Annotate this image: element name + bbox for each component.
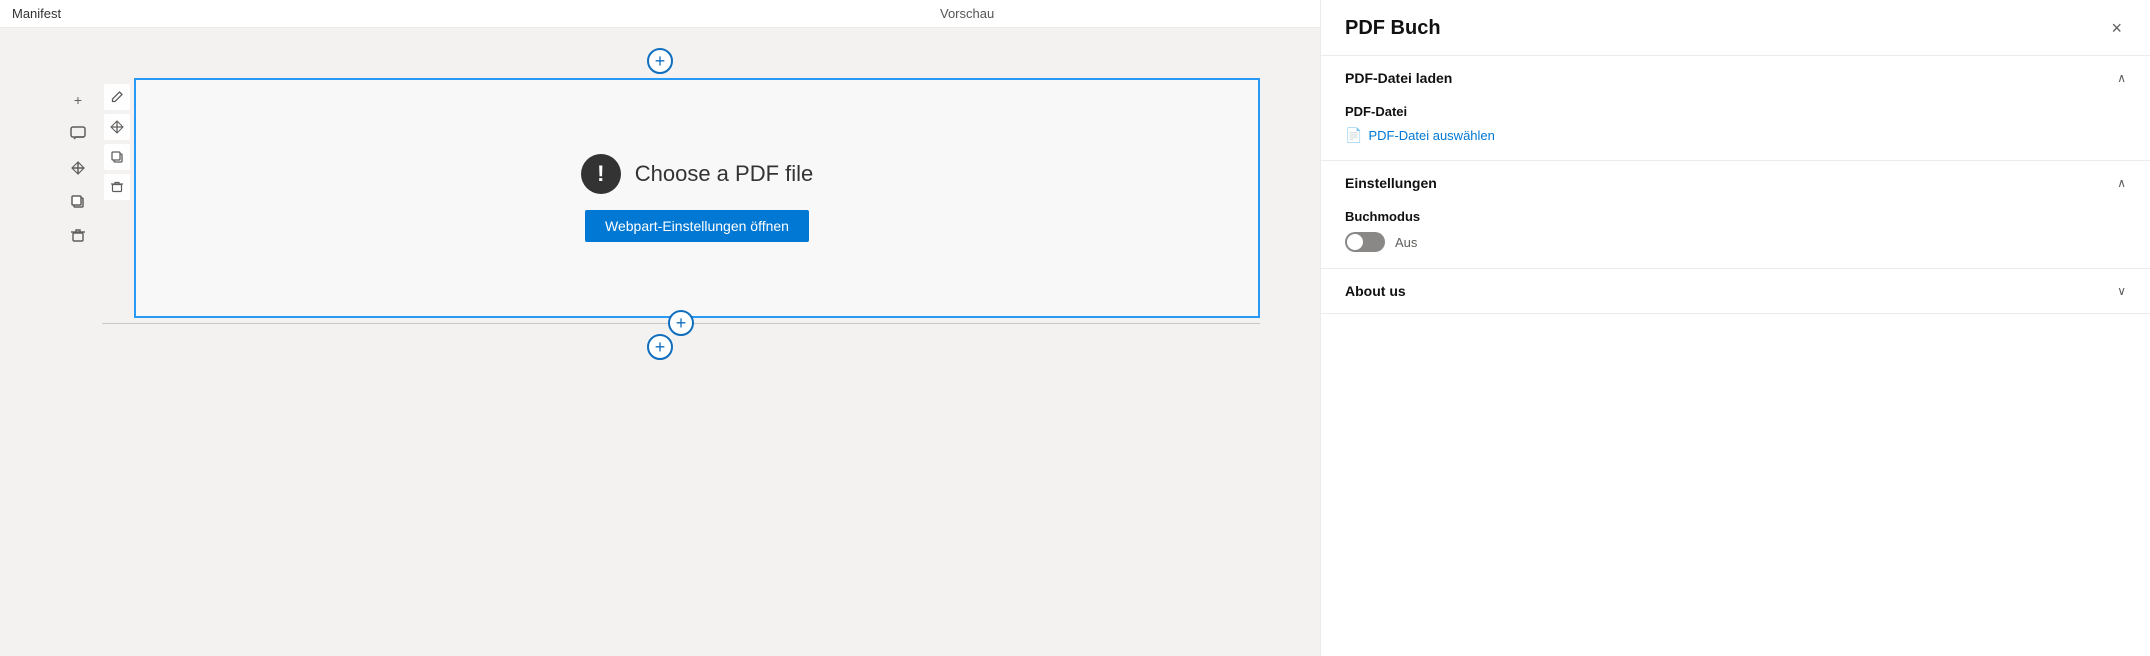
add-row-bottom-button[interactable]: + xyxy=(647,334,673,360)
panel-header: PDF Buch × xyxy=(1321,0,2150,56)
row-container: + xyxy=(60,78,1260,326)
pdf-alert-icon: ! xyxy=(581,154,621,194)
edit-webpart-icon[interactable] xyxy=(104,84,130,110)
pdf-select-link-text: PDF-Datei auswählen xyxy=(1368,128,1494,143)
load-pdf-section-header[interactable]: PDF-Datei laden ∧ xyxy=(1321,56,2150,100)
app-title: Manifest xyxy=(12,6,61,21)
panel-title: PDF Buch xyxy=(1345,17,1441,40)
add-row-top: + xyxy=(60,48,1260,74)
load-pdf-section-title: PDF-Datei laden xyxy=(1345,70,1452,86)
load-pdf-chevron-icon: ∧ xyxy=(2117,71,2126,85)
left-toolbar: + xyxy=(60,78,96,326)
about-chevron-icon: ∨ xyxy=(2117,284,2126,298)
about-section-title: About us xyxy=(1345,283,1406,299)
pdf-datei-label: PDF-Datei xyxy=(1345,104,2126,119)
webpart-bottom-divider: + xyxy=(102,320,1260,326)
move-icon[interactable] xyxy=(64,154,92,182)
settings-chevron-icon: ∧ xyxy=(2117,176,2126,190)
pdf-file-icon: 📄 xyxy=(1345,127,1362,144)
settings-section: Einstellungen ∧ Buchmodus Aus xyxy=(1321,161,2150,269)
load-pdf-section: PDF-Datei laden ∧ PDF-Datei 📄 PDF-Datei … xyxy=(1321,56,2150,161)
panel-close-button[interactable]: × xyxy=(2107,14,2126,43)
right-panel: PDF Buch × PDF-Datei laden ∧ PDF-Datei 📄… xyxy=(1320,0,2150,656)
add-row-bottom: + xyxy=(60,334,1260,360)
open-settings-button[interactable]: Webpart-Einstellungen öffnen xyxy=(585,210,809,242)
toggle-knob xyxy=(1347,234,1363,250)
add-column-icon[interactable]: + xyxy=(64,86,92,114)
comment-icon[interactable] xyxy=(64,120,92,148)
toggle-row: Aus xyxy=(1345,232,2126,252)
settings-section-title: Einstellungen xyxy=(1345,175,1437,191)
buchmodus-toggle[interactable] xyxy=(1345,232,1385,252)
webpart-block: ! Choose a PDF file Webpart-Einstellunge… xyxy=(102,78,1260,326)
about-section: About us ∨ xyxy=(1321,269,2150,314)
move-webpart-icon[interactable] xyxy=(104,114,130,140)
canvas-area: + + xyxy=(0,28,1320,656)
settings-section-header[interactable]: Einstellungen ∧ xyxy=(1321,161,2150,205)
pdf-webpart: ! Choose a PDF file Webpart-Einstellunge… xyxy=(134,78,1260,318)
pdf-content: ! Choose a PDF file Webpart-Einstellunge… xyxy=(581,154,814,242)
pdf-choose-text: Choose a PDF file xyxy=(635,161,814,187)
pdf-select-link[interactable]: 📄 PDF-Datei auswählen xyxy=(1345,127,2126,144)
about-section-header[interactable]: About us ∨ xyxy=(1321,269,2150,313)
add-section-bottom-button[interactable]: + xyxy=(668,310,694,336)
add-section-top-button[interactable]: + xyxy=(647,48,673,74)
toggle-off-label: Aus xyxy=(1395,235,1417,250)
copy-webpart-icon[interactable] xyxy=(104,144,130,170)
settings-section-content: Buchmodus Aus xyxy=(1321,205,2150,268)
buchmodus-label: Buchmodus xyxy=(1345,209,2126,224)
duplicate-icon[interactable] xyxy=(64,188,92,216)
vorschau-label: Vorschau xyxy=(940,6,994,21)
load-pdf-section-content: PDF-Datei 📄 PDF-Datei auswählen xyxy=(1321,100,2150,160)
delete-webpart-icon[interactable] xyxy=(104,174,130,200)
webpart-inner-toolbar xyxy=(100,78,134,206)
delete-icon[interactable] xyxy=(64,222,92,250)
pdf-icon-row: ! Choose a PDF file xyxy=(581,154,814,194)
